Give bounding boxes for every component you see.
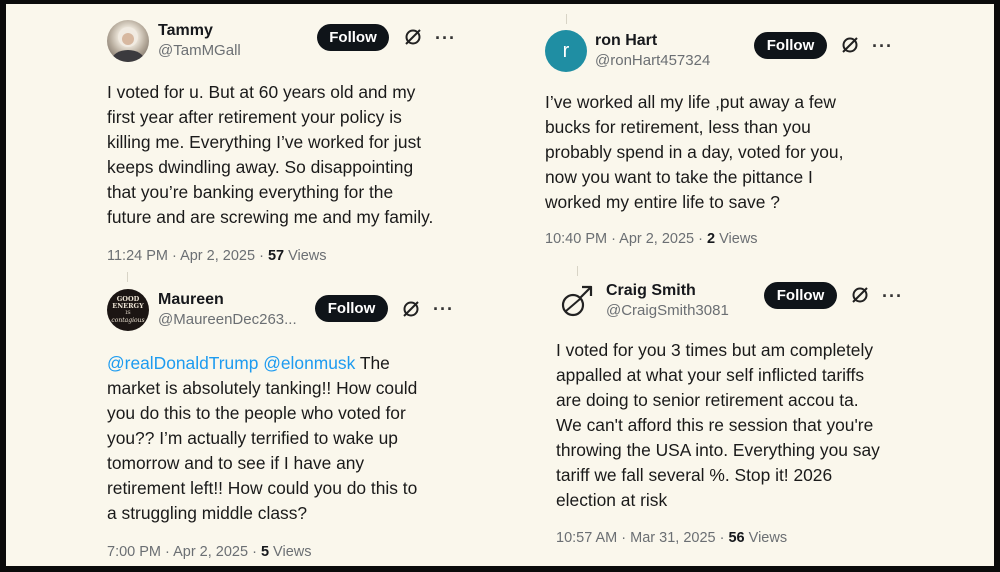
display-name[interactable]: Craig Smith	[606, 282, 696, 300]
avatar[interactable]: r	[545, 30, 587, 72]
avatar[interactable]	[556, 280, 598, 322]
follow-button[interactable]: Follow	[315, 295, 388, 322]
views-count: 2	[707, 231, 716, 247]
avatar-letter: r	[562, 39, 570, 62]
grok-icon[interactable]	[403, 27, 423, 47]
tweet-text: I voted for you 3 times but am completel…	[556, 340, 880, 510]
grok-icon[interactable]	[850, 285, 870, 305]
tweet-text: @realDonaldTrump @elonmusk The market is…	[107, 351, 477, 526]
mars-symbol-icon	[561, 285, 593, 317]
tweet-timestamp[interactable]: 10:57 AM · Mar 31, 2025 · 56 Views	[556, 530, 787, 546]
user-handle[interactable]: @TamMGall	[158, 42, 241, 59]
tweet-text: I voted for u. But at 60 years old and m…	[107, 82, 434, 227]
more-options-icon[interactable]: ···	[882, 287, 903, 305]
tweet-header: GOOD ENERGY IS contagious Maureen @Maure…	[107, 289, 467, 339]
profile-photo-icon	[112, 27, 144, 62]
more-options-icon[interactable]: ···	[872, 37, 893, 55]
more-options-icon[interactable]: ···	[435, 29, 456, 47]
display-name[interactable]: Tammy	[158, 22, 213, 40]
tweet-header: r ron Hart @ronHart457324 Follow ···	[545, 30, 915, 80]
views-count: 57	[267, 248, 285, 264]
views-count: 56	[728, 530, 745, 546]
thread-connector	[577, 266, 578, 276]
views-count: 5	[260, 544, 270, 560]
tweet-timestamp[interactable]: 10:40 PM · Apr 2, 2025 · 2 Views	[545, 231, 758, 247]
screenshot-collage: Tammy @TamMGall Follow ··· I voted for u…	[6, 4, 994, 566]
timestamp: 10:57 AM · Mar 31, 2025 ·	[556, 530, 729, 546]
follow-button[interactable]: Follow	[754, 32, 827, 59]
views-label: Views	[284, 248, 327, 264]
tweet-text-rest: The market is absolutely tanking!! How c…	[107, 353, 418, 523]
user-handle[interactable]: @MaureenDec263...	[158, 311, 297, 328]
grok-icon[interactable]	[401, 299, 421, 319]
views-label: Views	[269, 544, 312, 560]
tweet-header: Craig Smith @CraigSmith3081 Follow ···	[556, 280, 936, 330]
user-handle[interactable]: @CraigSmith3081	[606, 302, 729, 319]
avatar-text: contagious	[111, 317, 145, 324]
grok-icon[interactable]	[840, 35, 860, 55]
mention-link[interactable]: @realDonaldTrump	[107, 353, 258, 373]
views-label: Views	[715, 231, 758, 247]
timestamp: 10:40 PM · Apr 2, 2025 ·	[545, 231, 708, 247]
display-name[interactable]: ron Hart	[595, 32, 657, 50]
tweet-card[interactable]: GOOD ENERGY IS contagious Maureen @Maure…	[107, 289, 467, 560]
avatar[interactable]: GOOD ENERGY IS contagious	[107, 289, 149, 331]
avatar-text: IS	[125, 310, 131, 316]
follow-button[interactable]: Follow	[317, 24, 389, 51]
user-handle[interactable]: @ronHart457324	[595, 52, 710, 69]
timestamp: 7:00 PM · Apr 2, 2025 ·	[107, 544, 261, 560]
tweet-timestamp[interactable]: 11:24 PM · Apr 2, 2025 · 57 Views	[107, 248, 327, 264]
tweet-text: I’ve worked all my life ,put away a few …	[545, 92, 844, 212]
views-label: Views	[744, 530, 788, 546]
mention-link[interactable]: @elonmusk	[263, 353, 355, 373]
tweet-card[interactable]: Craig Smith @CraigSmith3081 Follow ··· I…	[556, 280, 936, 560]
avatar[interactable]	[107, 20, 149, 62]
thread-connector	[127, 272, 128, 282]
display-name[interactable]: Maureen	[158, 291, 224, 309]
follow-button[interactable]: Follow	[764, 282, 837, 309]
avatar-text: ENERGY	[112, 302, 144, 310]
tweet-card[interactable]: Tammy @TamMGall Follow ··· I voted for u…	[107, 20, 467, 270]
more-options-icon[interactable]: ···	[433, 300, 454, 318]
timestamp: 11:24 PM · Apr 2, 2025 ·	[107, 248, 268, 264]
tweet-card[interactable]: r ron Hart @ronHart457324 Follow ··· I’v…	[545, 30, 915, 255]
tweet-timestamp[interactable]: 7:00 PM · Apr 2, 2025 · 5 Views	[107, 544, 311, 560]
tweet-header: Tammy @TamMGall Follow ···	[107, 20, 467, 70]
thread-connector	[566, 14, 567, 24]
